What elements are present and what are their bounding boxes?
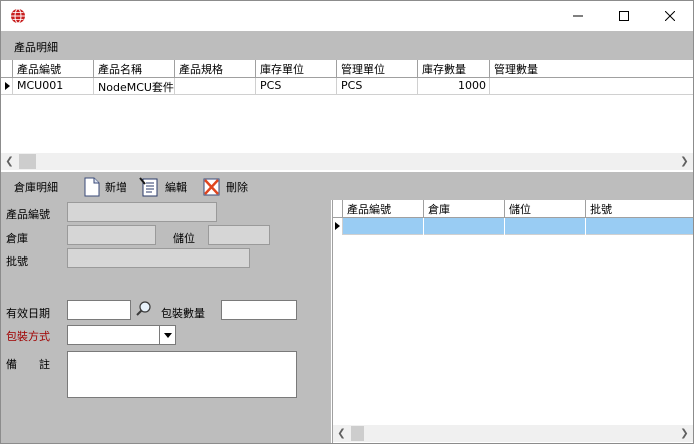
column-header[interactable]: 產品名稱 xyxy=(94,60,175,78)
cell-product-name[interactable]: NodeMCU套件 xyxy=(94,78,175,95)
batch-label: 批號 xyxy=(6,255,28,268)
delete-icon xyxy=(203,178,220,196)
pack-method-label: 包裝方式 xyxy=(6,330,50,343)
cell-stock-qty[interactable]: 1000 xyxy=(418,78,490,95)
scroll-thumb[interactable] xyxy=(351,426,364,441)
product-grid-hscrollbar[interactable]: ❮ ❯ xyxy=(1,153,693,170)
pack-qty-field[interactable] xyxy=(221,300,297,320)
warehouse-label: 倉庫 xyxy=(6,232,28,245)
close-button[interactable] xyxy=(647,1,693,31)
column-header[interactable]: 管理單位 xyxy=(337,60,418,78)
scroll-left-icon[interactable]: ❮ xyxy=(1,153,18,170)
cell-location[interactable] xyxy=(505,218,586,235)
current-row-arrow-icon xyxy=(5,82,10,90)
table-row[interactable]: MCU001 NodeMCU套件 PCS PCS 1000 xyxy=(1,78,693,95)
edit-button[interactable]: 編輯 xyxy=(139,176,187,198)
product-section-header: 產品明細 xyxy=(1,31,693,60)
maximize-button[interactable] xyxy=(601,1,647,31)
minimize-icon xyxy=(573,15,583,17)
row-header-corner xyxy=(333,200,343,218)
cell-mgmt-qty[interactable] xyxy=(490,78,550,95)
maximize-icon xyxy=(619,11,629,21)
cell-product-code[interactable]: MCU001 xyxy=(13,78,94,95)
row-header-corner xyxy=(1,60,13,78)
expiry-date-field[interactable] xyxy=(67,300,131,320)
remark-textarea[interactable] xyxy=(67,351,297,398)
chevron-down-icon xyxy=(163,332,172,338)
pack-method-select[interactable] xyxy=(67,325,176,345)
main-window: 產品明細 產品編號 產品名稱 產品規格 庫存單位 管理單位 庫存數量 管理數量 … xyxy=(0,0,694,444)
warehouse-grid-hscrollbar[interactable]: ❮ ❯ xyxy=(333,425,693,442)
cell-batch[interactable] xyxy=(586,218,693,235)
delete-button-label: 刪除 xyxy=(226,181,248,194)
column-header[interactable]: 庫存數量 xyxy=(418,60,490,78)
close-icon xyxy=(665,11,675,21)
expiry-date-label: 有效日期 xyxy=(6,307,50,320)
warehouse-grid[interactable]: 產品編號 倉庫 儲位 批號 ❮ ❯ xyxy=(332,200,693,443)
cell-mgmt-unit[interactable]: PCS xyxy=(337,78,418,95)
product-code-label: 產品編號 xyxy=(6,208,50,221)
cell-product-spec[interactable] xyxy=(175,78,256,95)
column-header[interactable]: 倉庫 xyxy=(424,200,505,218)
product-grid-header: 產品編號 產品名稱 產品規格 庫存單位 管理單位 庫存數量 管理數量 xyxy=(1,60,693,78)
remark-label: 備 註 xyxy=(6,358,50,371)
row-selector[interactable] xyxy=(333,218,343,235)
cell-stock-unit[interactable]: PCS xyxy=(256,78,337,95)
row-selector[interactable] xyxy=(1,78,13,95)
warehouse-field[interactable] xyxy=(67,225,156,245)
scroll-right-icon[interactable]: ❯ xyxy=(676,425,693,442)
delete-button[interactable]: 刪除 xyxy=(202,176,248,198)
product-grid[interactable]: 產品編號 產品名稱 產品規格 庫存單位 管理單位 庫存數量 管理數量 MCU00… xyxy=(1,60,693,172)
title-bar xyxy=(1,1,693,31)
column-header[interactable]: 管理數量 xyxy=(490,60,550,78)
pack-qty-label: 包裝數量 xyxy=(161,307,205,320)
column-header[interactable]: 產品編號 xyxy=(13,60,94,78)
column-header[interactable]: 產品規格 xyxy=(175,60,256,78)
minimize-button[interactable] xyxy=(555,1,601,31)
column-header[interactable]: 庫存單位 xyxy=(256,60,337,78)
column-header[interactable]: 產品編號 xyxy=(343,200,424,218)
table-row[interactable] xyxy=(333,218,693,235)
location-field[interactable] xyxy=(208,225,270,245)
scroll-left-icon[interactable]: ❮ xyxy=(333,425,350,442)
column-header[interactable]: 儲位 xyxy=(505,200,586,218)
edit-button-label: 編輯 xyxy=(165,181,187,194)
product-code-field[interactable] xyxy=(67,202,217,222)
warehouse-grid-header: 產品編號 倉庫 儲位 批號 xyxy=(333,200,693,218)
edit-document-icon xyxy=(139,177,158,197)
search-icon[interactable] xyxy=(135,300,153,321)
cell-product-code[interactable] xyxy=(343,218,424,235)
warehouse-section-title: 倉庫明細 xyxy=(14,181,58,194)
add-button-label: 新增 xyxy=(105,181,127,194)
warehouse-form: 產品編號 倉庫 儲位 批號 有效日期 包裝數量 包裝方式 備 註 xyxy=(1,200,331,443)
column-header[interactable]: 批號 xyxy=(586,200,693,218)
product-section-title: 產品明細 xyxy=(14,41,58,54)
cell-warehouse[interactable] xyxy=(424,218,505,235)
location-label: 儲位 xyxy=(173,232,195,245)
batch-field[interactable] xyxy=(67,248,250,268)
add-button[interactable]: 新增 xyxy=(83,176,127,198)
app-globe-icon xyxy=(10,8,26,24)
scroll-right-icon[interactable]: ❯ xyxy=(676,153,693,170)
dropdown-button[interactable] xyxy=(159,326,175,344)
new-document-icon xyxy=(84,177,100,197)
scroll-thumb[interactable] xyxy=(19,154,36,169)
current-row-arrow-icon xyxy=(335,222,340,230)
